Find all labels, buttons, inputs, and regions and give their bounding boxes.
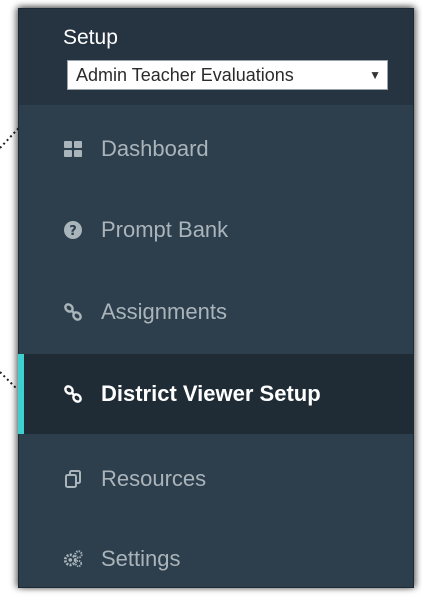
sidebar-item-label: Assignments — [101, 299, 227, 324]
cogs-icon — [63, 549, 83, 569]
sidebar-item-dashboard[interactable]: Dashboard — [19, 109, 413, 189]
setup-label: Setup — [63, 26, 118, 49]
link-icon — [63, 302, 83, 322]
sidebar-item-district-viewer-setup[interactable]: District Viewer Setup — [18, 354, 413, 434]
svg-text:?: ? — [69, 224, 77, 239]
evaluation-select[interactable]: Admin Teacher Evaluations ▼ — [67, 60, 388, 90]
sidebar-item-label: Prompt Bank — [101, 217, 229, 242]
link-icon — [63, 384, 83, 404]
sidebar-item-resources[interactable]: Resources — [19, 439, 413, 519]
active-indicator — [18, 354, 24, 434]
caret-down-icon: ▼ — [369, 68, 381, 82]
sidebar-item-prompt-bank[interactable]: ? Prompt Bank — [19, 190, 413, 270]
sidebar-item-settings[interactable]: Settings — [19, 519, 413, 599]
sidebar-item-label: Settings — [101, 546, 181, 571]
dashboard-grid-icon — [63, 139, 83, 159]
sidebar-item-label: Dashboard — [101, 136, 209, 161]
sidebar-item-assignments[interactable]: Assignments — [19, 272, 413, 352]
copy-pages-icon — [63, 469, 83, 489]
sidebar-item-label: District Viewer Setup — [101, 381, 321, 406]
sidebar: Setup Admin Teacher Evaluations ▼ Dashbo… — [18, 8, 414, 588]
setup-panel: Setup Admin Teacher Evaluations ▼ — [19, 9, 413, 105]
question-circle-icon: ? — [63, 220, 83, 240]
evaluation-select-value: Admin Teacher Evaluations — [76, 64, 294, 85]
sidebar-item-label: Resources — [101, 466, 207, 491]
